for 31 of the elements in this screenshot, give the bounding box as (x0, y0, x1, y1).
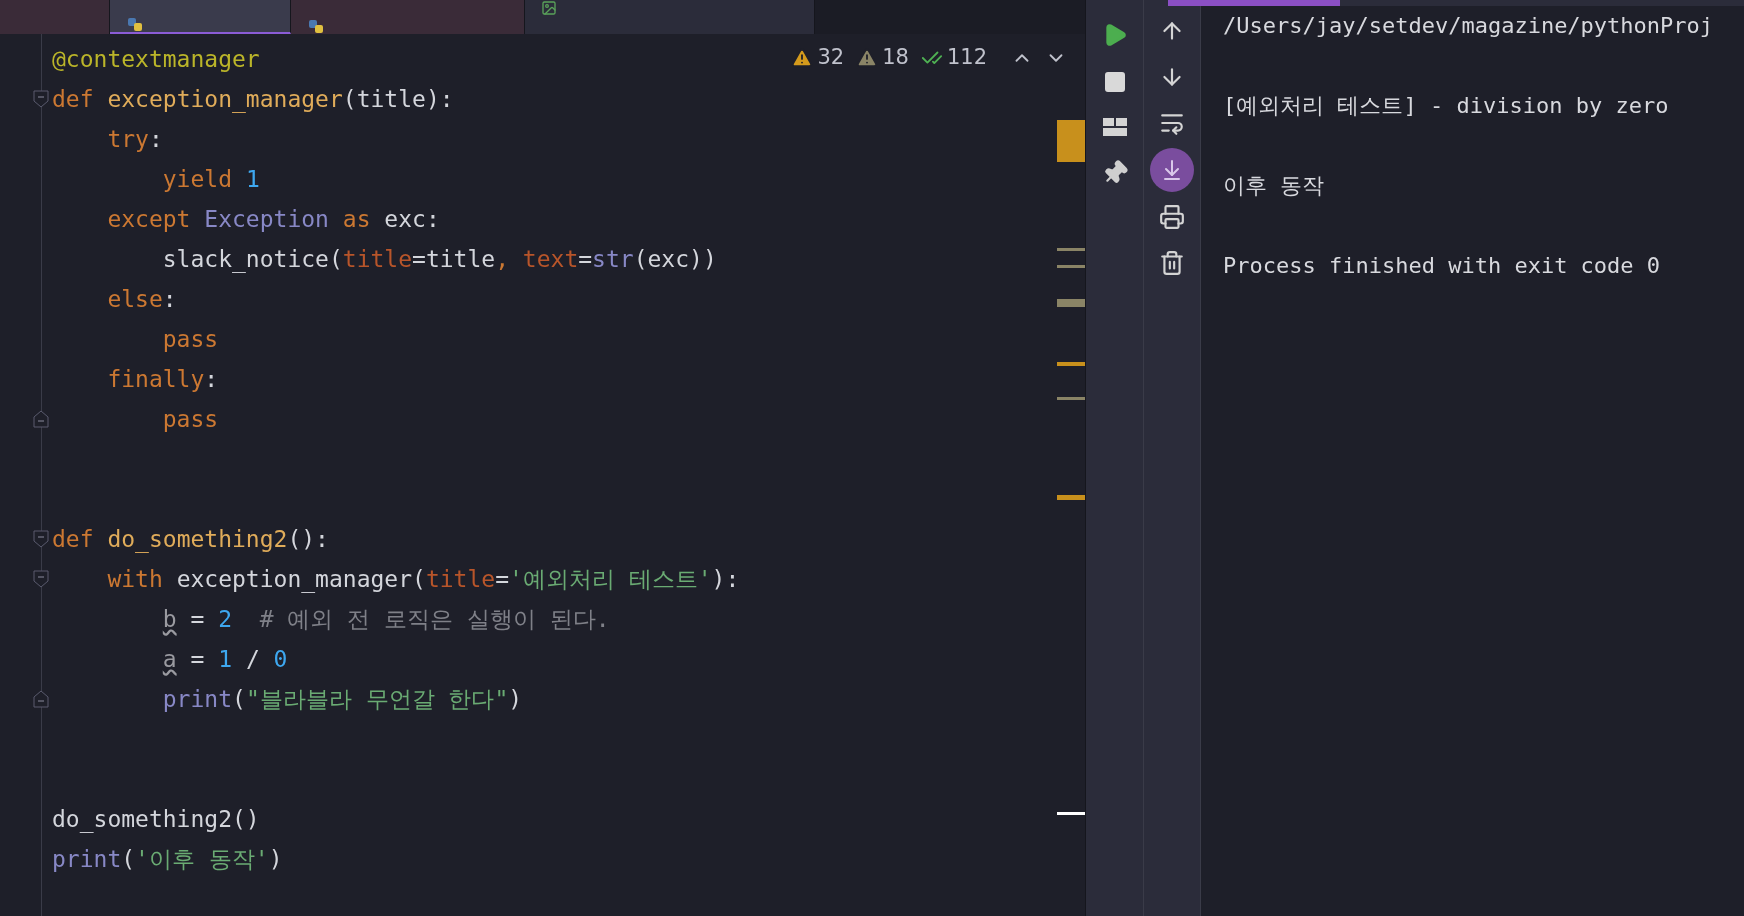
inspection-count[interactable]: 18 (882, 42, 909, 74)
console-line: [예외처리 테스트] - division by zero (1223, 92, 1670, 120)
stop-icon[interactable] (1102, 70, 1127, 94)
editor-tab[interactable] (110, 0, 291, 34)
code-line: else: (106, 285, 177, 314)
console-line: 이후 동작 (1223, 172, 1326, 200)
code-line: b = 2 # 예외 전 로직은 실행이 된다. (161, 605, 610, 634)
scroll-to-end-button[interactable] (1150, 148, 1194, 192)
code-line: slack_notice(title=title, text=str(exc)) (161, 245, 717, 275)
code-line: finally: (106, 365, 219, 394)
console-line: /Users/jay/setdev/magazine/pythonProj (1223, 12, 1715, 40)
console-line: Process finished with exit code 0 (1223, 252, 1662, 280)
code-line: pass (161, 325, 219, 354)
code-line: yield 1 (161, 165, 260, 194)
code-line: def exception_manager(title): (52, 85, 454, 115)
code-line: @contextmanager (52, 45, 260, 74)
code-line: except Exception as exc: (106, 205, 440, 234)
layout-icon[interactable] (1101, 116, 1128, 138)
code-line: do_something2() (52, 805, 260, 835)
code-line: def do_something2(): (52, 525, 329, 555)
trash-icon[interactable] (1159, 250, 1185, 276)
code-line: print("블라블라 무언갈 한다") (161, 685, 523, 714)
printer-icon[interactable] (1159, 204, 1185, 230)
image-icon (541, 0, 557, 16)
inspection-count[interactable]: 112 (946, 42, 987, 74)
inspection-count[interactable]: 32 (817, 42, 845, 74)
code-line: with exception_manager(title='예외처리 테스트'): (106, 565, 740, 595)
code-line: print('이후 동작') (52, 845, 283, 874)
code-line: pass (161, 405, 219, 434)
code-line: a = 1 / 0 (161, 645, 288, 674)
code-line: try: (106, 125, 163, 154)
